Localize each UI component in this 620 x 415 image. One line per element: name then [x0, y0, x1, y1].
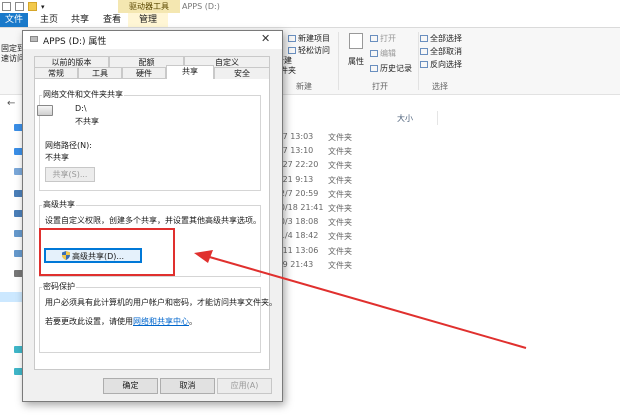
table-row[interactable]: 3/5/7 13:03 文件夹 — [262, 132, 452, 146]
properties-qat-icon[interactable] — [15, 2, 24, 11]
ribbon-separator — [418, 32, 419, 90]
tab-manage[interactable]: 管理 — [128, 13, 168, 27]
history-button[interactable]: 历史记录 — [370, 63, 412, 74]
table-row[interactable]: 3/5/7 13:10 文件夹 — [262, 146, 452, 160]
tab-view[interactable]: 查看 — [98, 13, 126, 27]
invert-selection-icon — [420, 61, 428, 68]
drive-path: D:\ — [75, 104, 87, 113]
open-button[interactable]: 打开 — [370, 33, 396, 44]
ribbon-group-select: 选择 — [432, 82, 448, 91]
back-arrow-icon[interactable]: ← — [7, 98, 15, 109]
file-type: 文件夹 — [328, 161, 352, 171]
properties-icon — [349, 33, 363, 49]
select-none-icon — [420, 48, 428, 55]
edit-label: 编辑 — [380, 49, 396, 58]
ok-button[interactable]: 确定 — [103, 378, 158, 394]
cancel-button[interactable]: 取消 — [160, 378, 215, 394]
invert-selection-label: 反向选择 — [430, 60, 462, 69]
network-path-label: 网络路径(N): — [45, 141, 92, 150]
window-title: APPS (D:) — [182, 2, 220, 11]
context-tab-label: 驱动器工具 — [118, 0, 180, 13]
tab-share[interactable]: 共享 — [66, 13, 94, 27]
tab-home[interactable]: 主页 — [34, 13, 64, 27]
table-row[interactable]: 7/9/27 22:20 文件夹 — [262, 160, 452, 174]
properties-dialog: APPS (D:) 属性 ✕ 以前的版本 配额 自定义 常规 工具 硬件 共享 … — [22, 30, 283, 402]
properties-button[interactable]: 属性 — [348, 56, 364, 67]
table-row[interactable]: 3/5/9 21:43 文件夹 — [262, 260, 452, 274]
change-setting-prefix: 若要更改此设置，请使用 — [45, 317, 133, 326]
file-list: 大小 3/5/7 13:03 文件夹 3/5/7 13:10 文件夹 7/9/27 22… — [262, 111, 620, 413]
history-label: 历史记录 — [380, 64, 412, 73]
invert-selection-button[interactable]: 反向选择 — [420, 59, 462, 70]
share-button[interactable]: 共享(S)... — [45, 167, 95, 182]
change-setting-suffix: 。 — [189, 317, 197, 326]
edit-icon — [370, 50, 378, 57]
quick-access-toolbar: ▾ — [2, 1, 45, 12]
select-all-label: 全部选择 — [430, 34, 462, 43]
file-type: 文件夹 — [328, 232, 352, 242]
table-row[interactable]: 7/11/4 18:42 文件夹 — [262, 231, 452, 245]
easy-access-icon — [288, 47, 296, 54]
nav-selected-item[interactable] — [0, 292, 22, 302]
select-all-button[interactable]: 全部选择 — [420, 33, 462, 44]
file-type: 文件夹 — [328, 260, 352, 270]
ribbon-separator — [338, 32, 339, 90]
easy-access-button[interactable]: 轻松访问 — [288, 45, 330, 56]
new-item-icon — [288, 35, 296, 42]
drive-share-status: 不共享 — [75, 117, 99, 126]
drive-icon — [30, 36, 38, 42]
new-item-button[interactable]: 新建项目 — [288, 33, 330, 44]
apply-button[interactable]: 应用(A) — [217, 378, 272, 394]
network-path-value: 不共享 — [45, 153, 69, 162]
table-row[interactable]: 7/10/3 18:08 文件夹 — [262, 217, 452, 231]
easy-access-label: 轻松访问 — [298, 46, 330, 55]
column-header-size[interactable]: 大小 — [397, 113, 413, 124]
tab-sharing[interactable]: 共享 — [166, 65, 214, 79]
highlight-box — [39, 228, 175, 276]
table-row[interactable]: 7/10/18 21:41 文件夹 — [262, 203, 452, 217]
close-icon[interactable]: ✕ — [261, 32, 270, 45]
table-row[interactable]: 3/5/11 13:06 文件夹 — [262, 246, 452, 260]
drive-icon — [37, 105, 53, 116]
network-share-group-title: 网络文件和文件夹共享 — [42, 89, 124, 100]
table-row[interactable]: 7/12/7 20:59 文件夹 — [262, 189, 452, 203]
file-type: 文件夹 — [328, 189, 352, 199]
qat-dropdown-icon[interactable]: ▾ — [41, 3, 45, 11]
password-protection-text: 用户必须具有此计算机的用户帐户和密码，才能访问共享文件夹。 — [45, 298, 277, 307]
file-type: 文件夹 — [328, 246, 352, 256]
network-sharing-center-link[interactable]: 网络和共享中心 — [133, 317, 189, 326]
advanced-share-description: 设置自定义权限，创建多个共享，并设置其他高级共享选项。 — [45, 216, 261, 225]
tab-file[interactable]: 文件 — [0, 13, 28, 27]
file-type: 文件夹 — [328, 133, 352, 142]
new-item-label: 新建项目 — [298, 34, 330, 43]
edit-button[interactable]: 编辑 — [370, 48, 396, 59]
advanced-share-group-title: 高级共享 — [42, 199, 76, 210]
dialog-title: APPS (D:) 属性 — [43, 37, 107, 47]
file-type: 文件夹 — [328, 218, 352, 228]
tab-security[interactable]: 安全 — [214, 67, 270, 79]
ribbon-group-open: 打开 — [372, 82, 388, 91]
save-icon[interactable] — [2, 2, 11, 11]
select-none-button[interactable]: 全部取消 — [420, 46, 462, 57]
pin-to-quick-access-button[interactable]: 固定到 速访问 — [1, 44, 25, 64]
select-all-icon — [420, 35, 428, 42]
column-header-type[interactable] — [323, 113, 326, 122]
file-type: 文件夹 — [328, 147, 352, 157]
explorer-title-bar — [0, 0, 620, 13]
file-type: 文件夹 — [328, 204, 352, 213]
history-icon — [370, 65, 378, 72]
open-icon — [370, 35, 378, 42]
open-label: 打开 — [380, 34, 396, 43]
ribbon-group-new: 新建 — [296, 82, 312, 91]
column-divider[interactable] — [437, 111, 438, 125]
table-row[interactable]: 3/1/21 9:13 文件夹 — [262, 175, 452, 189]
password-protection-group-title: 密码保护 — [42, 281, 76, 292]
folder-icon[interactable] — [28, 2, 37, 11]
password-protection-change-line: 若要更改此设置，请使用网络和共享中心。 — [45, 316, 197, 327]
file-type: 文件夹 — [328, 175, 352, 185]
select-none-label: 全部取消 — [430, 47, 462, 56]
